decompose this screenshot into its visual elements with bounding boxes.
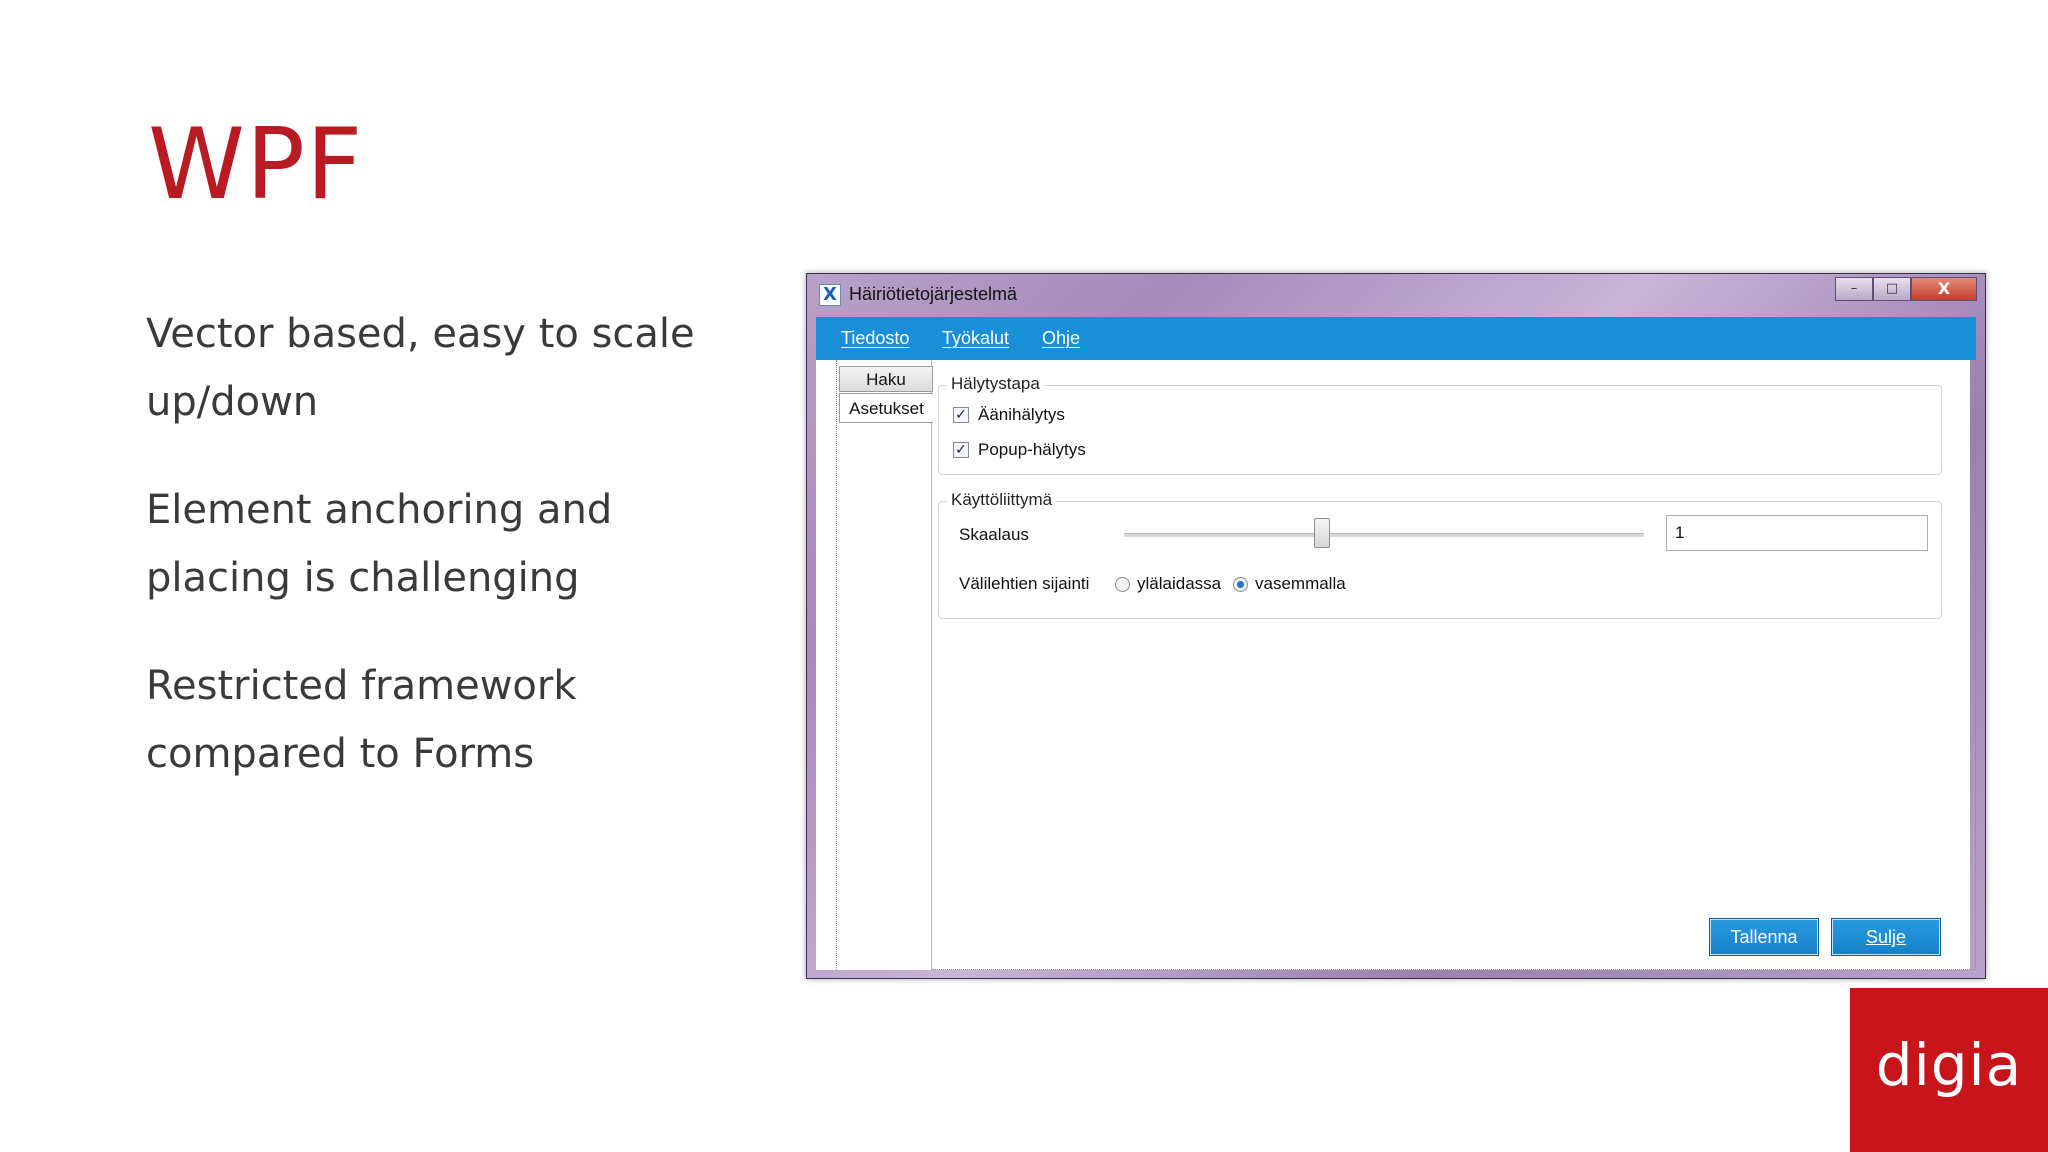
close-window-button[interactable]: X <box>1911 277 1977 301</box>
bullet-item: Element anchoring and placing is challen… <box>146 487 613 601</box>
menu-tyokalut[interactable]: Työkalut <box>942 328 1009 349</box>
bullet-list: Vector based, easy to scale up/down Elem… <box>146 300 766 828</box>
radio-top-row[interactable]: ylälaidassa <box>1115 574 1221 594</box>
app-icon: X <box>819 284 841 306</box>
minimize-button[interactable]: – <box>1835 277 1873 301</box>
tab-strip: Haku Asetukset <box>836 360 933 970</box>
alarm-group: Hälytystapa ✓ Äänihälytys ✓ Popup-hälyty… <box>938 374 1942 475</box>
caption-buttons: – □ X <box>1835 277 1977 301</box>
radio-top-label: ylälaidassa <box>1137 574 1222 593</box>
sound-alarm-label: Äänihälytys <box>978 405 1065 424</box>
menu-bar: Tiedosto Työkalut Ohje <box>816 317 1976 360</box>
close-button[interactable]: Sulje <box>1831 918 1941 956</box>
tab-content: Hälytystapa ✓ Äänihälytys ✓ Popup-hälyty… <box>932 360 1976 970</box>
app-window: X Häiriötietojärjestelmä – □ X Tiedosto … <box>806 273 1986 979</box>
save-button[interactable]: Tallenna <box>1709 918 1819 956</box>
sound-alarm-row[interactable]: ✓ Äänihälytys <box>953 405 1065 425</box>
tab-position-label: Välilehtien sijainti <box>959 574 1090 593</box>
bullet-item: Restricted framework compared to Forms <box>146 663 577 777</box>
ui-group-title: Käyttöliittymä <box>947 490 1057 510</box>
radio-left-label: vasemmalla <box>1255 574 1346 593</box>
popup-alarm-label: Popup-hälytys <box>978 440 1086 459</box>
radio-left-row[interactable]: vasemmalla <box>1233 574 1346 594</box>
scale-input[interactable] <box>1666 515 1928 551</box>
popup-alarm-row[interactable]: ✓ Popup-hälytys <box>953 440 1086 460</box>
tab-haku[interactable]: Haku <box>839 366 933 392</box>
ui-group: Käyttöliittymä Skaalaus Välilehtien sija… <box>938 490 1942 619</box>
client-area: Haku Asetukset Hälytystapa ✓ Äänihälytys… <box>816 360 1976 970</box>
tab-asetukset[interactable]: Asetukset <box>839 393 933 423</box>
logo-text: digia <box>1875 1031 2023 1099</box>
scale-slider-track[interactable] <box>1124 533 1644 537</box>
sound-alarm-checkbox[interactable]: ✓ <box>953 407 969 423</box>
scale-label: Skaalaus <box>959 525 1029 544</box>
window-title: Häiriötietojärjestelmä <box>849 284 1018 304</box>
radio-top[interactable] <box>1115 576 1130 592</box>
title-bar[interactable]: X Häiriötietojärjestelmä – □ X <box>807 274 1985 314</box>
alarm-group-title: Hälytystapa <box>947 374 1044 394</box>
digia-logo: digia <box>1850 988 2048 1152</box>
menu-tiedosto[interactable]: Tiedosto <box>841 328 909 349</box>
maximize-button[interactable]: □ <box>1873 277 1911 301</box>
scale-slider-thumb[interactable] <box>1313 518 1330 548</box>
menu-ohje[interactable]: Ohje <box>1042 328 1080 349</box>
bullet-item: Vector based, easy to scale up/down <box>146 311 695 425</box>
popup-alarm-checkbox[interactable]: ✓ <box>953 442 969 458</box>
slide-title: WPF <box>148 108 364 222</box>
radio-left[interactable] <box>1233 576 1248 592</box>
